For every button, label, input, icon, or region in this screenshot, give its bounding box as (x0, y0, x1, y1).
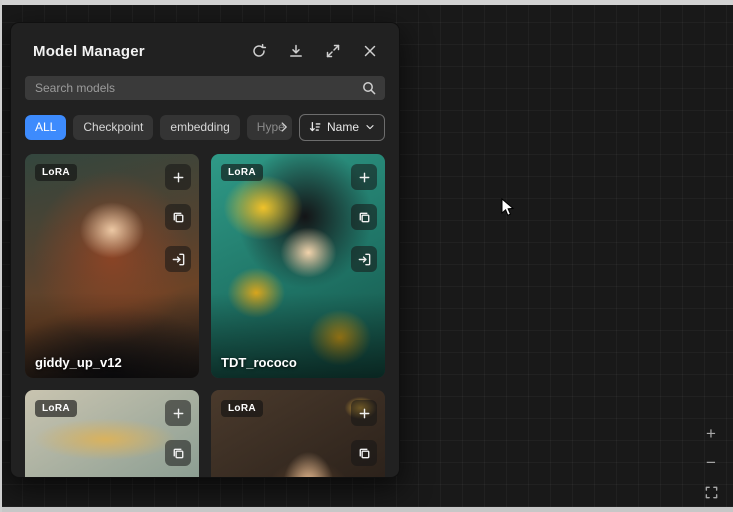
close-icon (362, 43, 378, 59)
filter-chip-hypernetwork[interactable]: Hype (247, 115, 292, 140)
zoom-in-button[interactable]: + (701, 424, 721, 444)
refresh-icon (251, 43, 267, 59)
copy-icon (357, 446, 372, 461)
model-manager-panel: Model Manager (10, 22, 400, 478)
close-button[interactable] (359, 40, 381, 62)
download-button[interactable] (285, 40, 307, 62)
copy-icon (171, 446, 186, 461)
add-model-button[interactable] (165, 164, 191, 190)
model-card-grid: LoRA giddy_up_v12 LoRA (25, 154, 385, 478)
refresh-button[interactable] (248, 40, 270, 62)
sort-icon (308, 120, 322, 134)
zoom-out-button[interactable]: − (701, 453, 721, 473)
model-card-giddy-up[interactable]: LoRA giddy_up_v12 (25, 154, 199, 378)
load-model-button[interactable] (165, 246, 191, 272)
copy-model-button[interactable] (165, 440, 191, 466)
plus-icon (357, 406, 372, 421)
expand-icon (325, 43, 341, 59)
copy-model-button[interactable] (351, 440, 377, 466)
model-type-badge: LoRA (221, 164, 263, 181)
add-model-button[interactable] (351, 400, 377, 426)
screen-edge-bottom (0, 507, 733, 512)
model-type-badge: LoRA (35, 164, 77, 181)
filter-chip-embedding[interactable]: embedding (160, 115, 239, 140)
filter-chip-checkpoint[interactable]: Checkpoint (73, 115, 153, 140)
download-icon (288, 43, 304, 59)
copy-model-button[interactable] (351, 204, 377, 230)
page-title: Model Manager (25, 43, 145, 60)
plus-icon (357, 170, 372, 185)
copy-icon (357, 210, 372, 225)
panel-header: Model Manager (25, 39, 385, 63)
fit-view-button[interactable] (701, 482, 721, 502)
fit-view-icon (704, 485, 719, 500)
filter-row: ALL Checkpoint embedding Hype Name (25, 114, 385, 140)
chevron-right-icon (277, 120, 291, 134)
copy-model-button[interactable] (165, 204, 191, 230)
model-type-badge: LoRA (221, 400, 263, 417)
plus-icon (171, 406, 186, 421)
chevron-down-icon (364, 121, 376, 133)
model-card-3[interactable]: LoRA (25, 390, 199, 478)
model-name: giddy_up_v12 (35, 355, 122, 370)
expand-button[interactable] (322, 40, 344, 62)
search-icon[interactable] (361, 80, 377, 96)
add-model-button[interactable] (165, 400, 191, 426)
plus-icon (171, 170, 186, 185)
import-icon (357, 252, 372, 267)
copy-icon (171, 210, 186, 225)
load-model-button[interactable] (351, 246, 377, 272)
sort-label: Name (327, 120, 359, 134)
search-input[interactable] (25, 76, 385, 100)
add-model-button[interactable] (351, 164, 377, 190)
model-name: TDT_rococo (221, 355, 297, 370)
sort-dropdown[interactable]: Name (299, 114, 385, 141)
model-type-badge: LoRA (35, 400, 77, 417)
screen-edge-top (0, 0, 733, 5)
canvas-zoom-controls: + − (701, 424, 721, 502)
model-card-tdt-rococo[interactable]: LoRA TDT_rococo (211, 154, 385, 378)
search-bar (25, 76, 385, 100)
import-icon (171, 252, 186, 267)
header-icon-group (248, 40, 385, 62)
filter-chip-all[interactable]: ALL (25, 115, 66, 140)
screen-edge-left (0, 0, 2, 512)
model-card-4[interactable]: LoRA (211, 390, 385, 478)
